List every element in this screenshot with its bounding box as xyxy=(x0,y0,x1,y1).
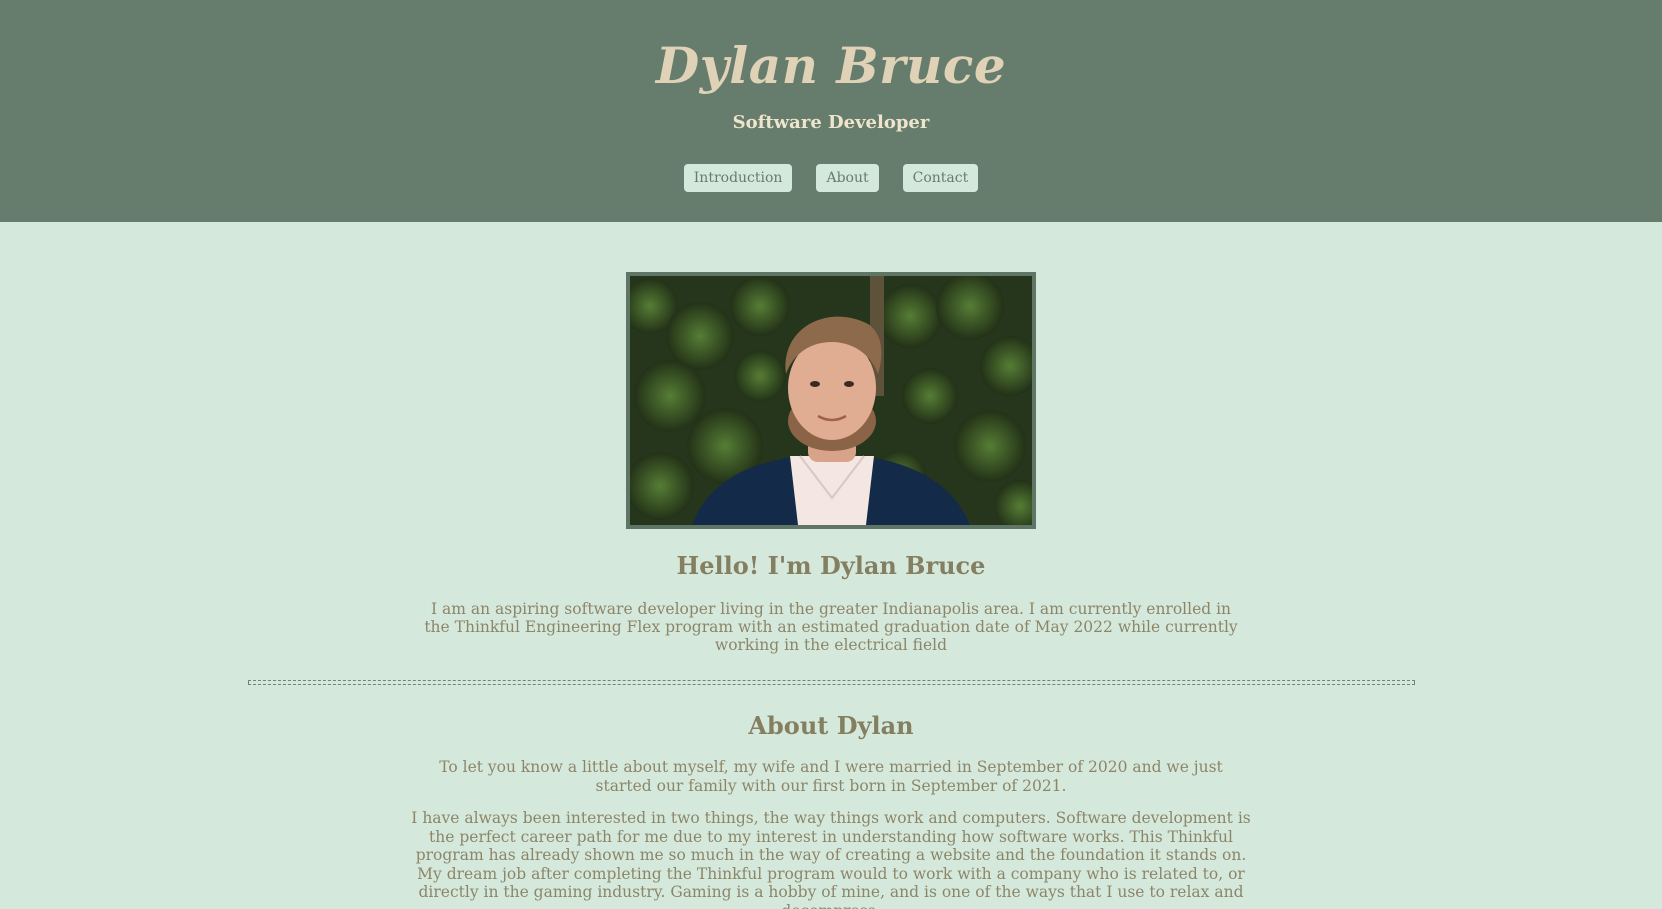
section-divider xyxy=(247,680,1415,685)
intro-heading: Hello! I'm Dylan Bruce xyxy=(676,551,986,580)
about-paragraph: I have always been interested in two thi… xyxy=(411,809,1251,909)
main-content: Hello! I'm Dylan Bruce I am an aspiring … xyxy=(0,272,1662,909)
profile-photo xyxy=(626,272,1036,529)
main-nav: Introduction About Contact xyxy=(0,164,1662,192)
nav-about-button[interactable]: About xyxy=(816,164,879,192)
site-header: Dylan Bruce Software Developer Introduct… xyxy=(0,0,1662,222)
nav-introduction-button[interactable]: Introduction xyxy=(683,164,793,192)
nav-contact-button[interactable]: Contact xyxy=(902,164,979,192)
site-subtitle: Software Developer xyxy=(732,112,930,133)
intro-paragraph: I am an aspiring software developer livi… xyxy=(424,600,1238,654)
about-heading: About Dylan xyxy=(748,711,914,740)
site-title: Dylan Bruce xyxy=(655,36,1007,95)
about-paragraph: To let you know a little about myself, m… xyxy=(439,758,1223,795)
